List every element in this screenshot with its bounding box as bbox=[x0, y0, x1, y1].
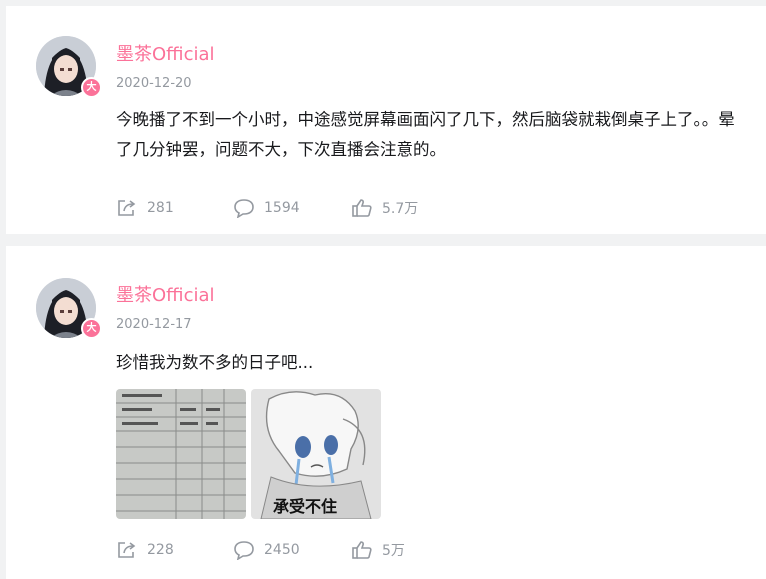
vip-badge: 大 bbox=[81, 318, 102, 339]
share-icon bbox=[118, 200, 136, 216]
like-count: 5.7万 bbox=[382, 201, 419, 217]
post-text: 珍惜我为数不多的日子吧... bbox=[116, 353, 314, 372]
post-text: 今晚播了不到一个小时，中途感觉屏幕画面闪了几下，然后脑袋就栽倒桌子上了。。晕了几… bbox=[116, 110, 735, 159]
post-image-sticker[interactable]: 承受不住 bbox=[251, 389, 381, 519]
share-count: 281 bbox=[147, 200, 174, 216]
post-image-form[interactable] bbox=[116, 389, 246, 519]
post-date[interactable]: 2020-12-17 bbox=[116, 317, 192, 332]
sticker-caption: 承受不住 bbox=[273, 497, 338, 516]
username-link[interactable]: 墨茶Official bbox=[116, 40, 215, 66]
like-button[interactable]: 5.7万 bbox=[351, 196, 418, 220]
post-date[interactable]: 2020-12-20 bbox=[116, 76, 192, 91]
thumbs-up-icon bbox=[352, 541, 372, 559]
like-button[interactable]: 5万 bbox=[351, 538, 405, 562]
share-button[interactable]: 228 bbox=[116, 538, 174, 562]
username-link[interactable]: 墨茶Official bbox=[116, 281, 215, 307]
post-card: 大 墨茶Official 2020-12-17 珍惜我为数不多的日子吧... 承… bbox=[6, 246, 766, 579]
comment-icon bbox=[234, 199, 254, 218]
thumbs-up-icon bbox=[352, 199, 372, 217]
comment-icon bbox=[234, 541, 254, 560]
comment-button[interactable]: 1594 bbox=[233, 196, 300, 220]
share-button[interactable]: 281 bbox=[116, 196, 174, 220]
post-card: 大 墨茶Official 2020-12-20 今晚播了不到一个小时，中途感觉屏… bbox=[6, 6, 766, 234]
share-count: 228 bbox=[147, 542, 174, 558]
share-icon bbox=[118, 542, 136, 558]
comment-count: 2450 bbox=[264, 542, 300, 558]
comment-count: 1594 bbox=[264, 200, 300, 216]
comment-button[interactable]: 2450 bbox=[233, 538, 300, 562]
form-photo bbox=[116, 389, 246, 519]
vip-badge: 大 bbox=[81, 77, 102, 98]
like-count: 5万 bbox=[382, 543, 405, 559]
